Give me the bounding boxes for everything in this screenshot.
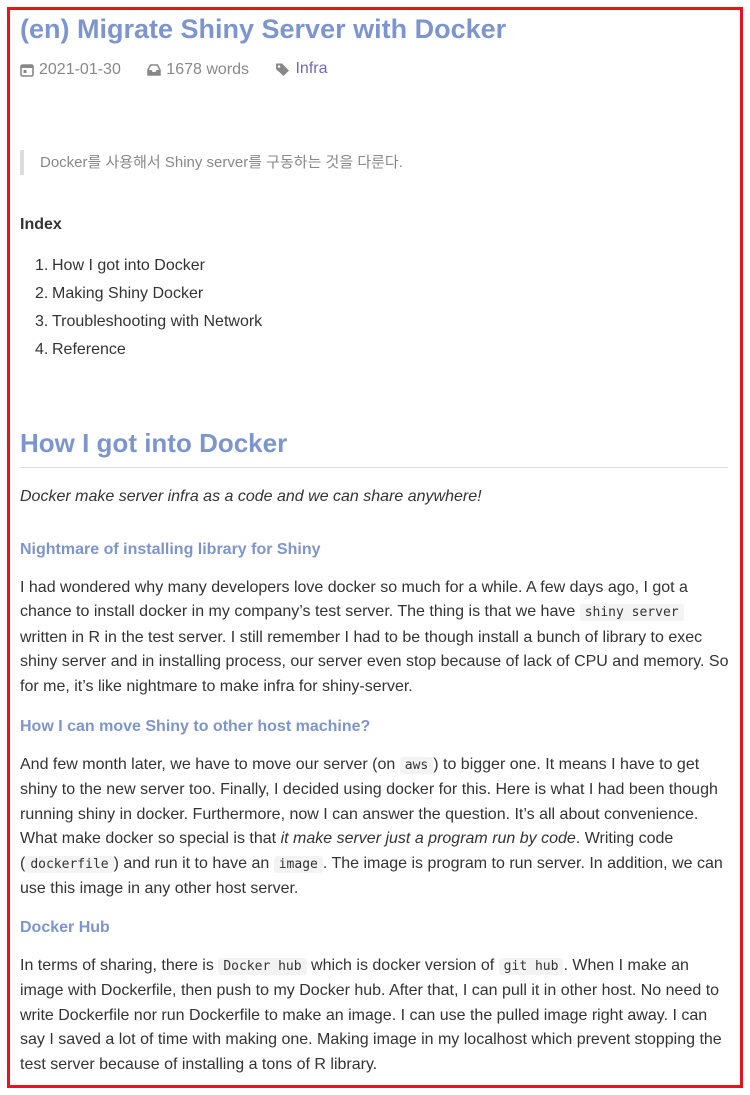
section-divider	[20, 467, 728, 468]
inline-code: shiny server	[579, 604, 684, 622]
post-date: 2021-01-30	[20, 61, 121, 79]
index-list: 1. How I got into Docker 2. Making Shiny D…	[20, 252, 262, 364]
post-word-count-text: 1678 words	[166, 60, 250, 78]
section-lead: Docker make server infra as a code and w…	[20, 488, 482, 505]
paragraph-nightmare: I had wondered why many developers love …	[20, 579, 729, 695]
subheading-move-shiny: How I can move Shiny to other host machi…	[20, 718, 371, 735]
calendar-icon	[20, 63, 34, 77]
post-date-text: 2021-01-30	[39, 60, 121, 78]
post-word-count: 1678 words	[147, 61, 249, 79]
post-meta: 2021-01-30 1678 words Infra	[20, 60, 349, 82]
tag-icon	[276, 63, 290, 76]
emphasis-text: it make server just a program run by cod…	[280, 830, 576, 848]
inline-code: Docker hub	[218, 958, 307, 975]
inbox-icon	[147, 63, 162, 76]
post-tag[interactable]: Infra	[275, 60, 327, 78]
index-item[interactable]: 4. Reference	[20, 336, 262, 364]
summary-blockquote: Docker를 사용해서 Shiny server를 구동하는 것을 다룬다.	[20, 150, 720, 175]
paragraph-docker-hub: In terms of sharing, there is Docker hub…	[20, 957, 722, 1073]
index-item[interactable]: 2. Making Shiny Docker	[20, 280, 262, 308]
screenshot-frame: (en) Migrate Shiny Server with Docker 20…	[7, 7, 743, 1088]
subheading-docker-hub: Docker Hub	[20, 919, 110, 936]
post-tag-link[interactable]: Infra	[295, 60, 327, 78]
index-heading: Index	[20, 216, 62, 233]
inline-code: aws	[399, 757, 434, 774]
inline-code: git hub	[498, 958, 564, 975]
paragraph-move-shiny: And few month later, we have to move our…	[20, 756, 723, 898]
post-title[interactable]: (en) Migrate Shiny Server with Docker	[20, 14, 506, 45]
inline-code: image	[273, 855, 323, 873]
index-item[interactable]: 3. Troubleshooting with Network	[20, 308, 262, 336]
subheading-nightmare: Nightmare of installing library for Shin…	[20, 541, 321, 558]
index-item[interactable]: 1. How I got into Docker	[20, 252, 262, 280]
section-heading: How I got into Docker	[20, 428, 288, 458]
inline-code: dockerfile	[25, 855, 114, 873]
